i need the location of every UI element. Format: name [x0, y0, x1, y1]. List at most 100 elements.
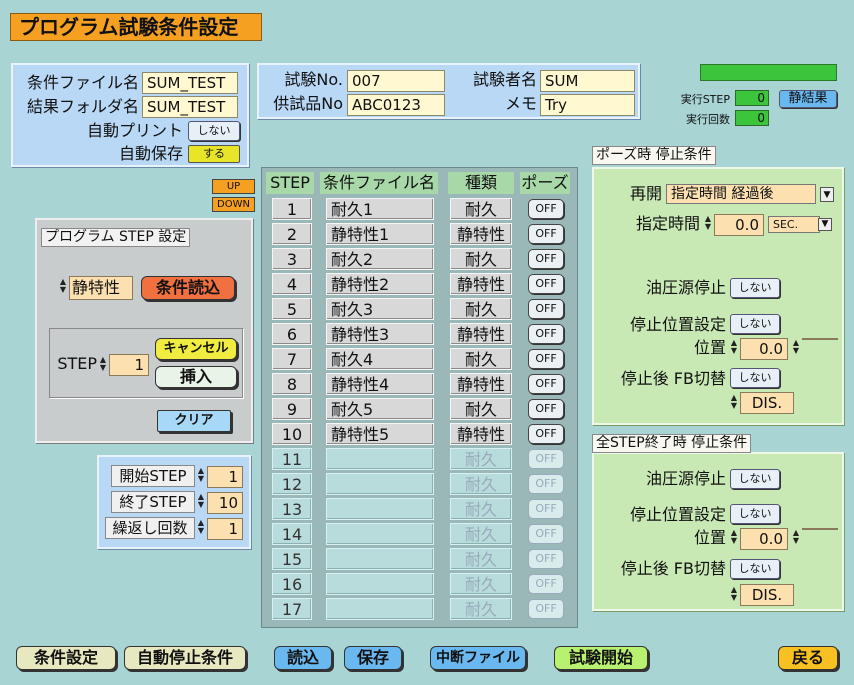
end-step-spinner-icon[interactable]: ▲ ▼ — [197, 493, 205, 509]
specified-time-field[interactable]: 0.0 — [714, 214, 764, 236]
auto-save-toggle[interactable]: する — [188, 145, 240, 163]
end-fb-mode-spinner-icon[interactable]: ▲ ▼ — [730, 586, 738, 602]
end-position-field[interactable]: 0.0 — [740, 528, 788, 550]
down-button[interactable]: DOWN — [212, 197, 255, 212]
row-type-cell[interactable]: 耐久 — [450, 573, 512, 595]
save-button[interactable]: 保存 — [344, 646, 402, 670]
up-button[interactable]: UP — [212, 179, 255, 194]
row-pause-toggle[interactable]: OFF — [528, 599, 564, 619]
position2-field[interactable] — [802, 338, 838, 340]
end-oil-stop-toggle[interactable]: しない — [730, 469, 780, 489]
end-fb-switch-toggle[interactable]: しない — [730, 559, 780, 579]
row-pause-toggle[interactable]: OFF — [528, 399, 564, 419]
resume-dropdown-icon[interactable]: ▼ — [820, 187, 834, 202]
sample-no-field[interactable]: ABC0123 — [347, 94, 445, 116]
row-type-cell[interactable]: 静特性 — [450, 273, 512, 295]
row-file-cell[interactable]: 静特性1 — [326, 223, 434, 245]
row-type-cell[interactable]: 静特性 — [450, 423, 512, 445]
time-unit-select[interactable]: SEC. — [768, 216, 820, 233]
row-type-cell[interactable]: 静特性 — [450, 323, 512, 345]
step-number-field[interactable]: 1 — [109, 354, 149, 376]
memo-field[interactable]: Try — [540, 94, 635, 116]
read-button[interactable]: 読込 — [274, 646, 332, 670]
cancel-button[interactable]: キャンセル — [155, 338, 237, 360]
row-type-cell[interactable]: 耐久 — [450, 248, 512, 270]
static-result-button[interactable]: 静結果 — [779, 90, 837, 108]
condition-settings-button[interactable]: 条件設定 — [16, 646, 116, 670]
row-type-cell[interactable]: 静特性 — [450, 223, 512, 245]
row-file-cell[interactable] — [326, 473, 434, 495]
row-pause-toggle[interactable]: OFF — [528, 499, 564, 519]
row-file-cell[interactable] — [326, 548, 434, 570]
row-pause-toggle[interactable]: OFF — [528, 224, 564, 244]
fb-mode-spinner-icon[interactable]: ▲ ▼ — [730, 394, 738, 410]
tester-name-field[interactable]: SUM — [540, 70, 635, 92]
row-type-cell[interactable]: 耐久 — [450, 548, 512, 570]
start-test-button[interactable]: 試験開始 — [554, 646, 648, 670]
step-type-field[interactable]: 静特性 — [69, 276, 133, 300]
position2-spinner-icon[interactable]: ▲ ▼ — [792, 339, 800, 355]
position-spinner-icon[interactable]: ▲ ▼ — [730, 339, 738, 355]
row-pause-toggle[interactable]: OFF — [528, 324, 564, 344]
row-type-cell[interactable]: 耐久 — [450, 398, 512, 420]
row-pause-toggle[interactable]: OFF — [528, 274, 564, 294]
step-spinner-icon[interactable]: ▲ ▼ — [99, 356, 107, 372]
row-type-cell[interactable]: 耐久 — [450, 598, 512, 620]
start-step-spinner-icon[interactable]: ▲ ▼ — [197, 467, 205, 483]
row-pause-toggle[interactable]: OFF — [528, 374, 564, 394]
clear-button[interactable]: クリア — [157, 410, 231, 432]
interrupt-file-button[interactable]: 中断ファイル — [430, 646, 526, 670]
row-pause-toggle[interactable]: OFF — [528, 299, 564, 319]
end-step-field[interactable]: 10 — [207, 492, 243, 514]
end-fb-mode-field[interactable]: DIS. — [740, 584, 794, 606]
insert-button[interactable]: 挿入 — [155, 366, 237, 388]
time-spinner-icon[interactable]: ▲ ▼ — [704, 215, 712, 231]
row-file-cell[interactable]: 静特性3 — [326, 323, 434, 345]
repeat-spinner-icon[interactable]: ▲ ▼ — [197, 519, 205, 535]
row-file-cell[interactable]: 耐久2 — [326, 248, 434, 270]
row-pause-toggle[interactable]: OFF — [528, 249, 564, 269]
end-position2-spinner-icon[interactable]: ▲ ▼ — [792, 529, 800, 545]
row-file-cell[interactable]: 静特性5 — [326, 423, 434, 445]
condition-file-field[interactable]: SUM_TEST — [142, 72, 238, 94]
row-type-cell[interactable]: 耐久 — [450, 198, 512, 220]
end-position-spinner-icon[interactable]: ▲ ▼ — [730, 529, 738, 545]
row-file-cell[interactable] — [326, 523, 434, 545]
row-file-cell[interactable] — [326, 498, 434, 520]
row-type-cell[interactable]: 耐久 — [450, 523, 512, 545]
row-pause-toggle[interactable]: OFF — [528, 549, 564, 569]
back-button[interactable]: 戻る — [778, 646, 838, 670]
position-field[interactable]: 0.0 — [740, 338, 788, 360]
oil-stop-toggle[interactable]: しない — [730, 278, 780, 298]
end-stop-position-toggle[interactable]: しない — [730, 504, 780, 524]
row-file-cell[interactable]: 耐久4 — [326, 348, 434, 370]
row-file-cell[interactable] — [326, 573, 434, 595]
repeat-count-field[interactable]: 1 — [207, 518, 243, 540]
row-file-cell[interactable] — [326, 448, 434, 470]
row-pause-toggle[interactable]: OFF — [528, 524, 564, 544]
row-file-cell[interactable]: 静特性4 — [326, 373, 434, 395]
auto-stop-condition-button[interactable]: 自動停止条件 — [124, 646, 246, 670]
row-file-cell[interactable]: 耐久3 — [326, 298, 434, 320]
type-spinner-icon[interactable]: ▲ ▼ — [59, 278, 67, 294]
row-pause-toggle[interactable]: OFF — [528, 424, 564, 444]
fb-mode-field[interactable]: DIS. — [740, 392, 794, 414]
row-type-cell[interactable]: 耐久 — [450, 448, 512, 470]
row-pause-toggle[interactable]: OFF — [528, 349, 564, 369]
test-no-field[interactable]: 007 — [347, 70, 445, 92]
resume-select[interactable]: 指定時間 経過後 — [666, 184, 816, 204]
auto-print-toggle[interactable]: しない — [188, 121, 240, 141]
fb-switch-toggle[interactable]: しない — [730, 368, 780, 388]
time-unit-dropdown-icon[interactable]: ▼ — [818, 218, 832, 231]
row-file-cell[interactable]: 静特性2 — [326, 273, 434, 295]
row-type-cell[interactable]: 静特性 — [450, 373, 512, 395]
row-file-cell[interactable]: 耐久5 — [326, 398, 434, 420]
row-type-cell[interactable]: 耐久 — [450, 498, 512, 520]
row-pause-toggle[interactable]: OFF — [528, 449, 564, 469]
row-pause-toggle[interactable]: OFF — [528, 474, 564, 494]
end-position2-field[interactable] — [802, 528, 838, 530]
load-condition-button[interactable]: 条件読込 — [141, 276, 235, 300]
row-type-cell[interactable]: 耐久 — [450, 473, 512, 495]
row-pause-toggle[interactable]: OFF — [528, 199, 564, 219]
stop-position-toggle[interactable]: しない — [730, 314, 780, 334]
